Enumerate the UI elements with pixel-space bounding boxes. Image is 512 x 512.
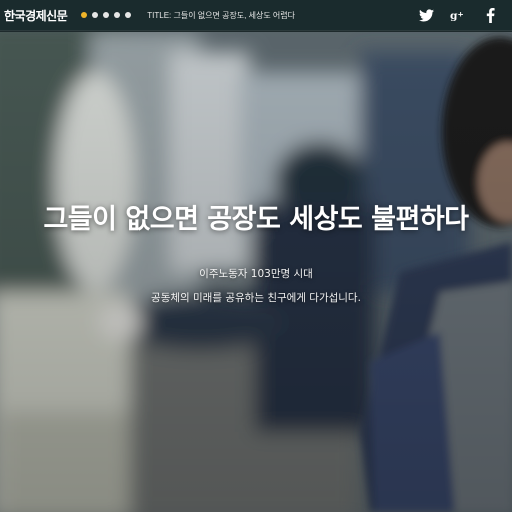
slide-dot-5[interactable] [125,12,132,18]
slide-dot-4[interactable] [114,12,121,18]
hero-subtitle-line-2: 공동체의 미래를 공유하는 친구에게 다가섭니다. [151,292,361,304]
hero-section: 그들이 없으면 공장도 세상도 불편하다 이주노동자 103만명 시대 공동체의… [0,32,512,512]
slide-dot-3[interactable] [103,12,110,18]
facebook-share-button[interactable] [482,8,498,24]
facebook-icon [486,8,495,23]
page-title-label: TITLE: 그들이 없으면 공장도, 세상도 어렵다 [147,10,295,20]
brand-logo[interactable]: 한국경제신문 [4,7,68,24]
slide-dot-2[interactable] [92,12,99,18]
twitter-icon [418,9,434,22]
slide-dot-1[interactable] [81,12,88,18]
svg-text:g: g [450,9,458,22]
social-share: g + [418,0,498,31]
top-bar: 한국경제신문 TITLE: 그들이 없으면 공장도, 세상도 어렵다 g + [0,0,512,31]
twitter-share-button[interactable] [418,8,434,24]
svg-text:+: + [457,10,463,19]
google-plus-share-button[interactable]: g + [450,8,466,24]
hero-headline: 그들이 없으면 공장도 세상도 불편하다 [43,204,469,235]
hero-subtitle-line-1: 이주노동자 103만명 시대 [199,268,313,280]
slide-pagination [81,12,132,18]
google-plus-icon: g + [450,9,464,22]
